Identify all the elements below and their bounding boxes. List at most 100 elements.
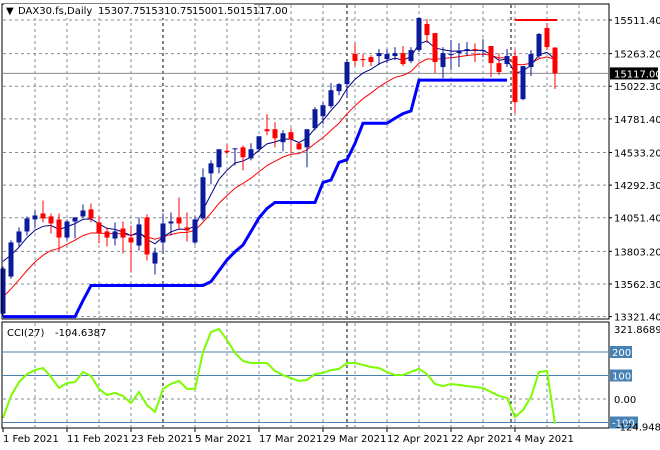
- triangle-down-icon[interactable]: ▼: [6, 6, 14, 17]
- candle-bearish: [552, 47, 558, 90]
- candle-body: [280, 133, 286, 143]
- candle-body: [256, 136, 262, 150]
- candle-bullish: [0, 266, 6, 317]
- price-tick-label: 13562.30: [614, 280, 660, 291]
- date-label: 22 Apr 2021: [451, 434, 513, 445]
- candle-body: [312, 109, 318, 129]
- date-label: 1 Feb 2021: [3, 434, 59, 445]
- candle-body: [512, 56, 518, 103]
- price-chart[interactable]: 15511.40 15263.20 15022.30 14781.40 14533.20…: [0, 0, 660, 450]
- candle-bearish: [240, 145, 246, 171]
- main-panel: [0, 16, 608, 319]
- price-tick-label: 14292.30: [614, 181, 660, 192]
- cci-line: [2, 327, 556, 424]
- candle-body: [352, 54, 358, 62]
- candle-bullish: [336, 83, 342, 96]
- candle-body: [248, 149, 254, 159]
- candle-body: [480, 50, 486, 52]
- candle-body: [536, 34, 542, 57]
- candle-bearish: [272, 122, 278, 148]
- candle-body: [432, 33, 438, 63]
- candle-body: [472, 49, 478, 51]
- candle-body: [504, 56, 510, 65]
- cci-level-label: 100: [612, 372, 631, 383]
- candle-body: [48, 216, 54, 224]
- candle-bullish: [200, 168, 206, 221]
- candle-bearish: [48, 213, 54, 234]
- candle-bearish: [488, 46, 494, 78]
- candle-body: [88, 209, 94, 219]
- candle-body: [216, 149, 222, 168]
- candle-body: [344, 62, 350, 85]
- candle-body: [120, 228, 126, 238]
- candle-bearish: [40, 200, 46, 223]
- candle-bullish: [64, 219, 70, 241]
- candle-body: [96, 222, 102, 234]
- candle-body: [72, 217, 78, 222]
- candle-bearish: [96, 216, 102, 244]
- candle-body: [200, 177, 206, 219]
- candle-bearish: [544, 23, 550, 51]
- candle-bullish: [72, 217, 78, 239]
- candle-bullish: [256, 136, 262, 153]
- candle-body: [360, 59, 366, 61]
- candle-body: [264, 129, 270, 132]
- candle-bullish: [80, 204, 86, 218]
- candle-body: [208, 163, 214, 174]
- current-price-label: 15117.00: [614, 69, 660, 80]
- candle-bearish: [368, 55, 374, 67]
- candle-bearish: [496, 53, 502, 76]
- candle-bullish: [136, 217, 142, 251]
- candle-body: [440, 53, 446, 68]
- candle-bullish: [168, 212, 174, 236]
- cci-min-label: -124.9486: [616, 423, 660, 434]
- candle-bullish: [208, 160, 214, 185]
- candle-body: [112, 231, 118, 239]
- candle-bullish: [416, 16, 422, 53]
- cci-name: CCI(27): [7, 328, 45, 339]
- high-value: 15310.75: [145, 6, 193, 17]
- candle-body: [448, 54, 454, 56]
- candle-body: [0, 268, 6, 314]
- candle-bullish: [16, 227, 22, 247]
- candle-body: [8, 242, 14, 277]
- candle-bearish: [104, 227, 110, 247]
- candle-bearish: [400, 46, 406, 67]
- axes: 15511.40 15263.20 15022.30 14781.40 14533.20…: [2, 16, 660, 445]
- candle-body: [40, 213, 46, 219]
- candle-bearish: [296, 143, 302, 151]
- candle-body: [152, 252, 158, 264]
- cci-header: CCI(27) -104.6387: [7, 328, 106, 339]
- candle-bearish: [288, 128, 294, 154]
- candle-bullish: [8, 240, 14, 279]
- candle-body: [544, 28, 550, 48]
- candle-body: [416, 18, 422, 51]
- open-value: 15307.75: [98, 6, 146, 17]
- candle-bullish: [408, 47, 414, 64]
- candle-body: [400, 53, 406, 65]
- price-tick-label: 15022.30: [614, 82, 660, 93]
- candle-bullish: [536, 33, 542, 59]
- candle-bullish: [448, 40, 454, 71]
- candle-body: [80, 210, 86, 217]
- cci-panel: [2, 327, 608, 424]
- candle-body: [520, 66, 526, 100]
- candle-bullish: [32, 210, 38, 228]
- candle-body: [392, 53, 398, 57]
- candle-body: [232, 148, 238, 150]
- candle-bullish: [112, 222, 118, 246]
- candle-bearish: [360, 54, 366, 68]
- candle-bearish: [176, 197, 182, 230]
- candle-body: [496, 63, 502, 73]
- candle-body: [456, 51, 462, 54]
- fast-moving-average-line: [2, 40, 556, 262]
- candle-body: [128, 237, 134, 243]
- price-tick-label: 14781.40: [614, 115, 660, 126]
- price-tick-label: 15511.40: [614, 16, 660, 27]
- symbol-label: DAX30.fs,Daily: [18, 6, 92, 17]
- candle-bearish: [352, 43, 358, 67]
- date-label: 12 Apr 2021: [387, 434, 449, 445]
- candle-bullish: [160, 213, 166, 253]
- candle-body: [424, 23, 430, 36]
- candle-bullish: [520, 66, 526, 101]
